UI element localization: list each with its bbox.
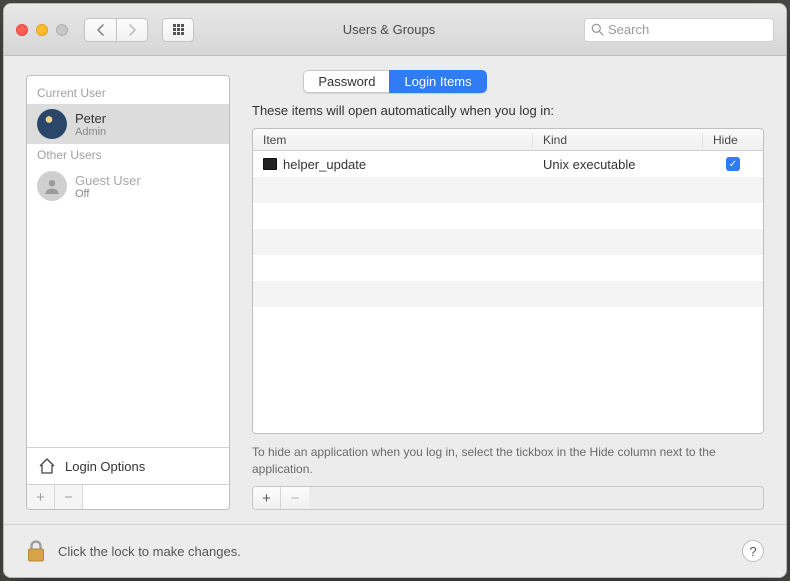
minimize-window-button[interactable] <box>36 24 48 36</box>
table-header: Item Kind Hide <box>253 129 763 151</box>
help-button[interactable]: ? <box>742 540 764 562</box>
item-name: helper_update <box>283 157 366 172</box>
header-hide[interactable]: Hide <box>703 133 763 147</box>
remove-user-button: − <box>55 485 83 509</box>
close-window-button[interactable] <box>16 24 28 36</box>
house-icon <box>37 456 57 476</box>
executable-icon <box>263 158 277 170</box>
user-name: Guest User <box>75 173 141 188</box>
sidebar-user-guest[interactable]: Guest User Off <box>27 166 229 206</box>
search-input[interactable]: Search <box>584 18 774 42</box>
login-options-button[interactable]: Login Options <box>27 447 229 484</box>
main-area: Current User Peter Admin Other Users <box>4 103 786 524</box>
grid-icon <box>173 24 184 35</box>
content-area: Password Login Items Current User Peter … <box>4 56 786 524</box>
add-item-button[interactable]: + <box>253 487 281 509</box>
user-sidebar: Current User Peter Admin Other Users <box>26 75 230 510</box>
search-placeholder: Search <box>608 22 649 37</box>
table-row[interactable]: helper_update Unix executable ✓ <box>253 151 763 177</box>
titlebar: Users & Groups Search <box>4 4 786 56</box>
user-name: Peter <box>75 111 106 126</box>
forward-button[interactable] <box>116 18 148 42</box>
add-user-button: + <box>27 485 55 509</box>
chevron-left-icon <box>96 24 105 36</box>
footer: Click the lock to make changes. ? <box>4 524 786 577</box>
sidebar-user-peter[interactable]: Peter Admin <box>27 104 229 144</box>
sidebar-header-current: Current User <box>27 82 229 104</box>
hide-hint: To hide an application when you log in, … <box>252 444 764 478</box>
header-kind[interactable]: Kind <box>533 133 703 147</box>
user-role: Off <box>75 188 141 200</box>
window-title: Users & Groups <box>202 22 576 37</box>
maximize-window-button <box>56 24 68 36</box>
chevron-right-icon <box>128 24 137 36</box>
table-body: helper_update Unix executable ✓ <box>253 151 763 333</box>
avatar-icon <box>37 109 67 139</box>
sidebar-header-other: Other Users <box>27 144 229 166</box>
question-icon: ? <box>749 544 756 559</box>
lock-icon[interactable] <box>26 539 46 563</box>
login-options-label: Login Options <box>65 459 145 474</box>
remove-item-button: − <box>281 487 309 509</box>
tab-password[interactable]: Password <box>303 70 389 93</box>
preferences-window: Users & Groups Search Password Login Ite… <box>3 3 787 578</box>
traffic-lights <box>16 24 68 36</box>
login-items-table: Item Kind Hide helper_update Unix execut… <box>252 128 764 434</box>
tab-segmented-control: Password Login Items <box>303 70 486 93</box>
show-all-button[interactable] <box>162 18 194 42</box>
sidebar-add-remove: + − <box>27 484 229 509</box>
lock-text: Click the lock to make changes. <box>58 544 730 559</box>
user-role: Admin <box>75 126 106 138</box>
item-kind: Unix executable <box>533 157 703 172</box>
search-icon <box>591 23 604 36</box>
hide-checkbox[interactable]: ✓ <box>726 157 740 171</box>
explain-text: These items will open automatically when… <box>252 103 764 118</box>
person-icon <box>37 171 67 201</box>
login-items-pane: These items will open automatically when… <box>252 103 764 510</box>
tab-login-items[interactable]: Login Items <box>389 70 486 93</box>
back-button[interactable] <box>84 18 116 42</box>
header-item[interactable]: Item <box>253 133 533 147</box>
check-icon: ✓ <box>729 159 737 170</box>
nav-buttons <box>84 18 148 42</box>
items-add-remove: + − <box>252 486 764 510</box>
